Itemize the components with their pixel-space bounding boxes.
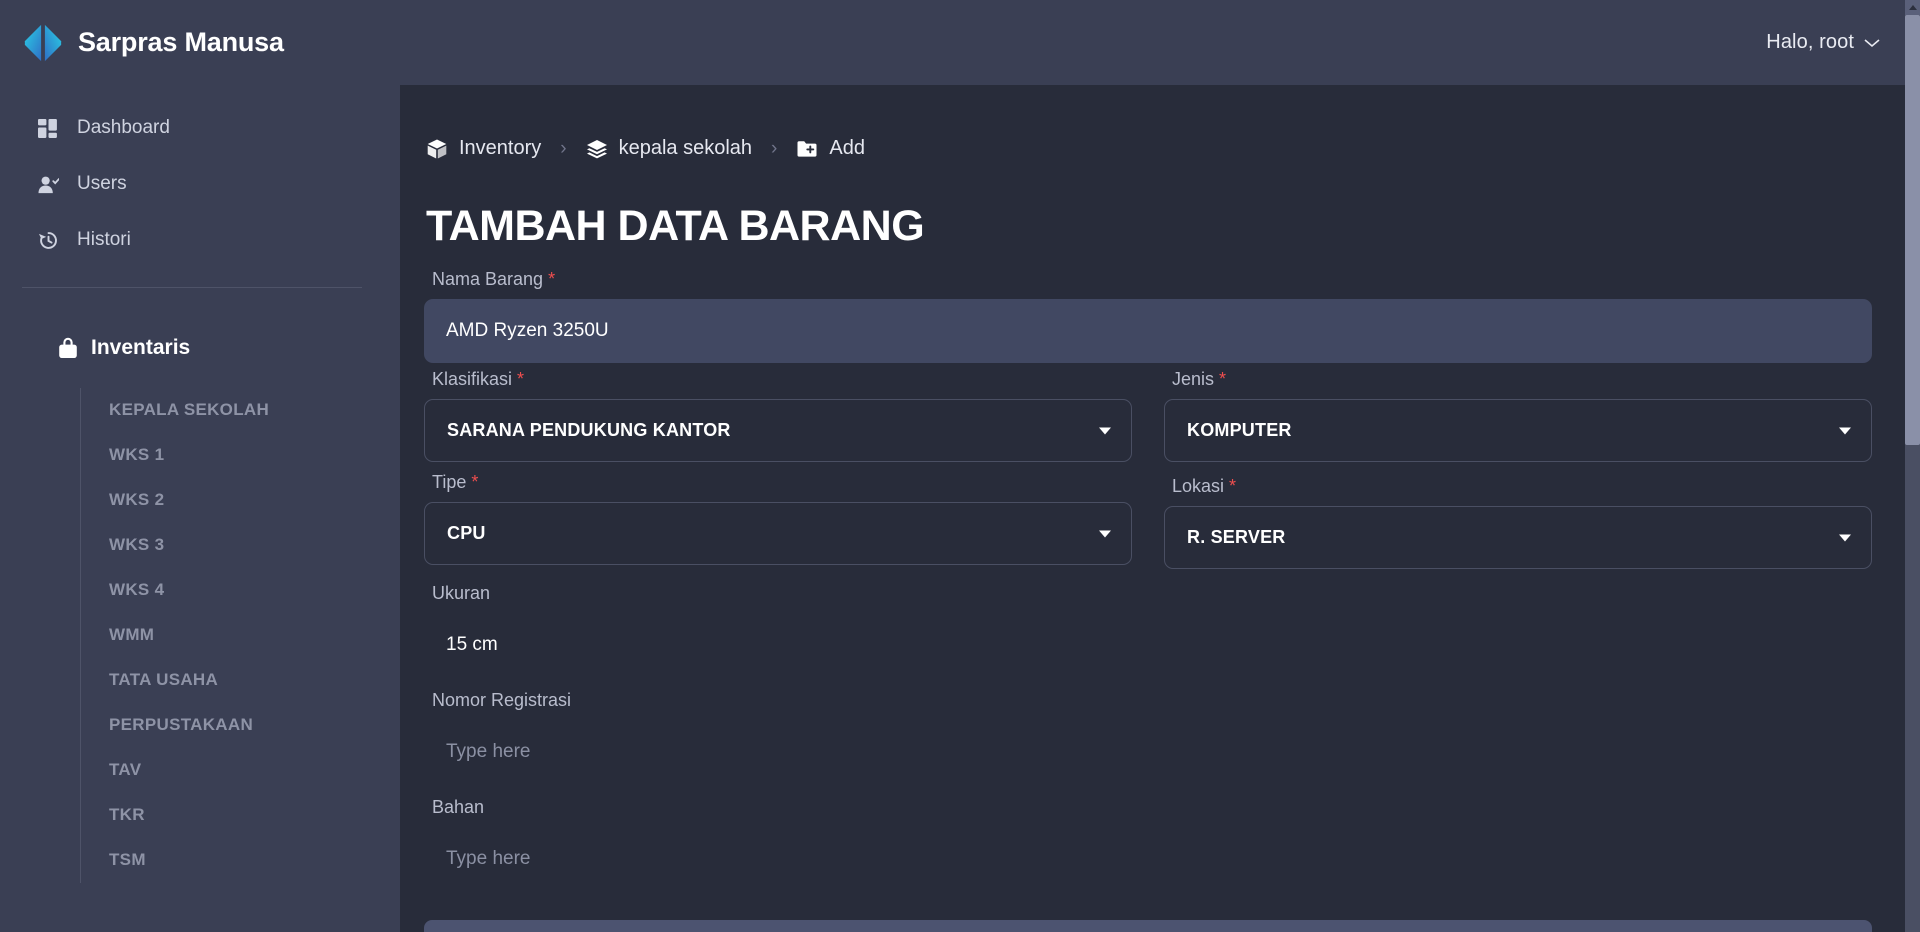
sidebar-sub-item-tsm[interactable]: TSM [109, 838, 400, 883]
chevron-down-icon [1839, 427, 1851, 434]
user-menu-button[interactable]: Halo, root [1766, 31, 1886, 54]
breadcrumb-separator: › [560, 137, 567, 159]
sidebar-divider [22, 287, 362, 288]
scrollbar-up-arrow[interactable] [1905, 0, 1920, 15]
field-label-bahan: Bahan [432, 797, 485, 817]
lokasi-select[interactable]: R. SERVER [1164, 506, 1872, 569]
breadcrumb-label: kepala sekolah [618, 137, 753, 159]
sidebar-item-dashboard[interactable]: Dashboard [0, 107, 400, 149]
app-root: Sarpras Manusa Halo, root Dashboard User… [0, 0, 1920, 932]
chevron-down-icon [1099, 427, 1111, 434]
field-ukuran: Ukuran [424, 583, 1872, 676]
field-nama-barang: Nama Barang * [424, 269, 1872, 363]
sidebar-sub-item-tata-usaha[interactable]: TATA USAHA [109, 658, 400, 703]
breadcrumb-separator: › [771, 137, 778, 159]
sidebar-item-histori[interactable]: Histori [0, 219, 400, 261]
breadcrumb-label: Inventory [459, 137, 542, 159]
sidebar-section-inventaris[interactable]: Inventaris [0, 336, 400, 360]
chevron-down-icon [1864, 38, 1880, 48]
tipe-selected-value: CPU [447, 523, 486, 543]
sidebar-item-label: Dashboard [77, 117, 170, 138]
field-jenis: Jenis * KOMPUTER [1164, 369, 1872, 462]
breadcrumb-item-inventory[interactable]: Inventory [426, 137, 541, 160]
sidebar-item-label: Histori [77, 229, 131, 250]
field-label-nama-barang: Nama Barang * [424, 269, 1872, 290]
add-item-form: Nama Barang * Klasifikasi * SARANA PENDU… [424, 269, 1872, 932]
field-label-lokasi: Lokasi * [1164, 476, 1872, 497]
label-text: Klasifikasi [432, 369, 513, 389]
klasifikasi-select[interactable]: SARANA PENDUKUNG KANTOR [424, 399, 1132, 462]
klasifikasi-selected-value: SARANA PENDUKUNG KANTOR [447, 420, 731, 440]
package-box-icon [426, 138, 448, 160]
sidebar-sub-item-tav[interactable]: TAV [109, 748, 400, 793]
breadcrumb-item-add[interactable]: Add [796, 137, 865, 160]
ukuran-input[interactable] [424, 613, 1872, 676]
label-text: Nama Barang [432, 269, 544, 289]
field-klasifikasi: Klasifikasi * SARANA PENDUKUNG KANTOR [424, 369, 1132, 462]
breadcrumb-item-kepala-sekolah[interactable]: kepala sekolah [586, 137, 752, 160]
brand[interactable]: Sarpras Manusa [22, 22, 284, 64]
field-label-ukuran: Ukuran [432, 583, 491, 603]
sidebar-sub-item-wks-1[interactable]: WKS 1 [109, 433, 400, 478]
user-menu-label: Halo, root [1766, 31, 1854, 53]
label-text: Lokasi [1172, 476, 1225, 496]
dashboard-grid-icon [38, 118, 59, 139]
triangle-up-icon [1908, 5, 1917, 10]
breadcrumb-label: Add [829, 137, 865, 159]
field-label-jenis: Jenis * [1164, 369, 1872, 390]
chevrons-logo-icon [22, 22, 64, 64]
folder-plus-icon [796, 138, 818, 160]
field-label-tipe: Tipe * [424, 472, 1132, 493]
nomor-registrasi-input[interactable] [424, 720, 1872, 783]
sidebar-sub-item-tkr[interactable]: TKR [109, 793, 400, 838]
required-marker: * [471, 472, 479, 492]
required-marker: * [548, 269, 556, 289]
tipe-select[interactable]: CPU [424, 502, 1132, 565]
page-title: TAMBAH DATA BARANG [426, 202, 925, 250]
scrollbar-thumb[interactable] [1905, 15, 1920, 445]
field-lokasi: Lokasi * R. SERVER [1164, 476, 1872, 569]
label-text: Tipe [432, 472, 467, 492]
required-marker: * [517, 369, 525, 389]
layers-stack-icon [586, 138, 608, 160]
field-tipe: Tipe * CPU [424, 472, 1132, 569]
bag-lock-icon [58, 337, 78, 359]
jenis-select[interactable]: KOMPUTER [1164, 399, 1872, 462]
lokasi-selected-value: R. SERVER [1187, 527, 1286, 547]
field-label-nomor-registrasi: Nomor Registrasi [432, 690, 572, 710]
required-marker: * [1219, 369, 1227, 389]
sidebar-item-users[interactable]: Users [0, 163, 400, 205]
sidebar-item-label: Users [77, 173, 127, 194]
app-header: Sarpras Manusa Halo, root [0, 0, 1920, 85]
main-content: Inventory › kepala sekolah › Add TAMBAH … [400, 85, 1920, 932]
form-footer-partial [424, 920, 1872, 932]
sidebar: Dashboard Users Histori Inventaris KEPAL… [0, 85, 400, 932]
sidebar-sub-item-wks-4[interactable]: WKS 4 [109, 568, 400, 613]
body-row: Dashboard Users Histori Inventaris KEPAL… [0, 85, 1920, 932]
sidebar-sub-item-wmm[interactable]: WMM [109, 613, 400, 658]
field-bahan: Bahan [424, 797, 1872, 890]
bahan-input[interactable] [424, 827, 1872, 890]
user-check-icon [38, 174, 59, 195]
sidebar-section-label: Inventaris [91, 336, 191, 359]
sidebar-sub-item-kepala-sekolah[interactable]: KEPALA SEKOLAH [109, 388, 400, 433]
required-marker: * [1229, 476, 1237, 496]
nama-barang-input[interactable] [424, 299, 1872, 363]
sidebar-sub-item-perpustakaan[interactable]: PERPUSTAKAAN [109, 703, 400, 748]
history-clock-icon [38, 230, 59, 251]
brand-name: Sarpras Manusa [78, 27, 284, 57]
page-scrollbar[interactable] [1905, 0, 1920, 932]
field-label-klasifikasi: Klasifikasi * [424, 369, 1132, 390]
chevron-down-icon [1839, 534, 1851, 541]
sidebar-sub-item-wks-3[interactable]: WKS 3 [109, 523, 400, 568]
chevron-down-icon [1099, 530, 1111, 537]
label-text: Jenis [1172, 369, 1215, 389]
field-nomor-registrasi: Nomor Registrasi [424, 690, 1872, 783]
breadcrumb: Inventory › kepala sekolah › Add [424, 137, 1872, 160]
sidebar-sub-list: KEPALA SEKOLAH WKS 1 WKS 2 WKS 3 WKS 4 W… [80, 388, 400, 883]
jenis-selected-value: KOMPUTER [1187, 420, 1292, 440]
sidebar-sub-item-wks-2[interactable]: WKS 2 [109, 478, 400, 523]
